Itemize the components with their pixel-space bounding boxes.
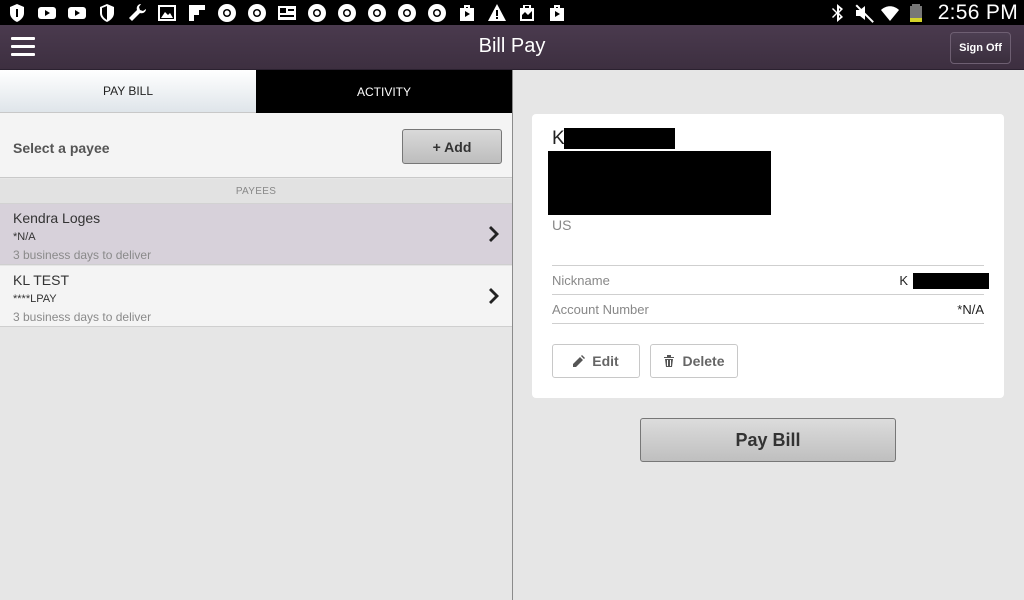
- pay-bill-button[interactable]: Pay Bill: [640, 418, 896, 462]
- delete-label: Delete: [682, 353, 725, 369]
- chrome-icon: [396, 3, 417, 23]
- nickname-label: Nickname: [552, 273, 610, 288]
- payee-delivery: 3 business days to deliver: [13, 248, 152, 262]
- chrome-icon: [216, 3, 237, 23]
- bluetooth-icon: [828, 3, 848, 23]
- payee-row[interactable]: KL TEST ****LPAY 3 business days to deli…: [0, 266, 512, 327]
- tab-pay-bill[interactable]: PAY BILL: [0, 70, 256, 113]
- image-icon: [156, 3, 177, 23]
- chrome-icon: [366, 3, 387, 23]
- payees-header: PAYEES: [0, 179, 512, 204]
- pencil-icon: [573, 355, 586, 367]
- delete-button[interactable]: Delete: [650, 344, 738, 378]
- chrome-icon: [306, 3, 327, 23]
- battery-icon: [906, 3, 926, 23]
- edit-button[interactable]: Edit: [552, 344, 640, 378]
- security-shield-icon: [96, 3, 117, 23]
- payee-pane: PAY BILL ACTIVITY Select a payee + Add P…: [0, 70, 512, 600]
- divider: [552, 265, 984, 266]
- wrench-icon: [126, 3, 147, 23]
- account-number-value: *N/A: [957, 302, 984, 317]
- play-store-icon: [546, 3, 567, 23]
- tab-activity[interactable]: ACTIVITY: [256, 70, 512, 113]
- system-icons: 2:56 PM: [828, 0, 1018, 25]
- tab-bar: PAY BILL ACTIVITY: [0, 70, 512, 113]
- payee-name: Kendra Loges: [13, 210, 101, 226]
- divider: [552, 294, 984, 295]
- payee-account: ****LPAY: [13, 293, 57, 305]
- add-payee-button[interactable]: + Add: [402, 129, 502, 164]
- payee-row[interactable]: Kendra Loges *N/A 3 business days to del…: [0, 204, 512, 265]
- edit-label: Edit: [592, 353, 619, 369]
- chevron-right-icon: [486, 288, 500, 304]
- chrome-icon: [426, 3, 447, 23]
- divider: [552, 323, 984, 324]
- shield-icon: [6, 3, 27, 23]
- youtube-icon: [36, 3, 57, 23]
- select-payee-row: Select a payee + Add: [0, 113, 512, 178]
- payee-account: *N/A: [13, 231, 36, 243]
- flipboard-icon: [186, 3, 207, 23]
- nickname-value: K: [899, 273, 908, 288]
- page-title: Bill Pay: [478, 35, 546, 57]
- redacted-address: [548, 151, 771, 215]
- app-bar: Bill Pay Sign Off: [0, 25, 1024, 70]
- clock: 2:56 PM: [937, 0, 1018, 24]
- redacted-nickname: [913, 273, 989, 289]
- status-bar: 2:56 PM: [0, 0, 1024, 25]
- clipboard-icon: [516, 3, 537, 23]
- chevron-right-icon: [486, 226, 500, 242]
- trash-icon: [664, 355, 675, 367]
- payee-detail-card: K US Nickname K Account Number *N/A Edit…: [532, 114, 1004, 398]
- payee-detail-name: K: [552, 128, 565, 149]
- mute-icon: [854, 3, 874, 23]
- chrome-icon: [246, 3, 267, 23]
- payee-delivery: 3 business days to deliver: [13, 310, 152, 324]
- payee-name: KL TEST: [13, 272, 70, 288]
- account-number-label: Account Number: [552, 302, 649, 317]
- notification-icons: [6, 2, 576, 23]
- warning-icon: [486, 3, 507, 23]
- news-icon: [276, 3, 297, 23]
- redacted-name: [564, 128, 675, 149]
- chrome-icon: [336, 3, 357, 23]
- sign-off-button[interactable]: Sign Off: [950, 32, 1011, 64]
- wifi-icon: [880, 3, 900, 23]
- payee-detail-pane: K US Nickname K Account Number *N/A Edit…: [513, 70, 1024, 600]
- play-store-icon: [456, 3, 477, 23]
- select-payee-label: Select a payee: [13, 140, 110, 156]
- youtube-icon: [66, 3, 87, 23]
- payee-country: US: [552, 217, 572, 233]
